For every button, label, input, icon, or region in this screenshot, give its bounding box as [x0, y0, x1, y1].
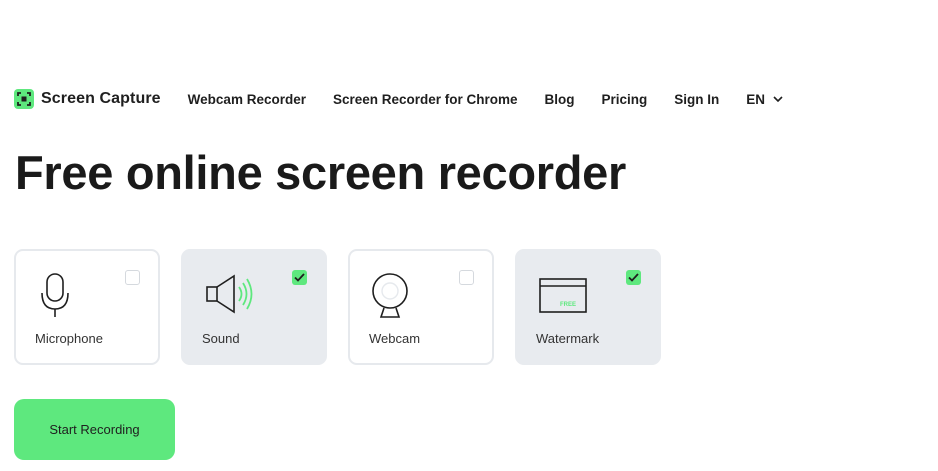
webcam-icon	[372, 273, 408, 318]
watermark-checkbox[interactable]	[626, 270, 641, 285]
option-label: Microphone	[35, 331, 103, 346]
option-label: Sound	[202, 331, 240, 346]
language-selector[interactable]: EN	[746, 92, 783, 107]
option-microphone[interactable]: Microphone	[14, 249, 160, 365]
nav-link-webcam-recorder[interactable]: Webcam Recorder	[188, 92, 306, 107]
logo[interactable]: Screen Capture	[14, 89, 161, 109]
option-label: Webcam	[369, 331, 421, 346]
webcam-checkbox[interactable]	[459, 270, 474, 285]
option-label: Watermark	[536, 331, 600, 346]
option-sound[interactable]: Sound	[181, 249, 327, 365]
top-nav: Screen Capture Webcam Recorder Screen Re…	[14, 88, 783, 110]
brand-name: Screen Capture	[41, 90, 161, 107]
checkmark-icon	[294, 273, 305, 282]
watermark-icon-text: FREE	[560, 302, 576, 308]
nav-link-sign-in[interactable]: Sign In	[674, 92, 719, 107]
capture-logo-icon	[14, 89, 34, 109]
speaker-icon	[206, 274, 253, 314]
nav-link-pricing[interactable]: Pricing	[602, 92, 648, 107]
chevron-down-icon	[773, 95, 783, 102]
option-webcam[interactable]: Webcam	[348, 249, 494, 365]
sound-checkbox[interactable]	[292, 270, 307, 285]
start-recording-button[interactable]: Start Recording	[14, 399, 175, 460]
microphone-checkbox[interactable]	[125, 270, 140, 285]
language-label: EN	[746, 91, 766, 107]
checkmark-icon	[628, 273, 639, 282]
option-watermark[interactable]: FREE Watermark	[515, 249, 661, 365]
nav-link-screen-recorder-chrome[interactable]: Screen Recorder for Chrome	[333, 92, 518, 107]
nav-link-blog[interactable]: Blog	[545, 92, 575, 107]
watermark-icon: FREE	[539, 278, 587, 313]
page-title: Free online screen recorder	[15, 146, 627, 199]
microphone-icon	[41, 273, 69, 317]
